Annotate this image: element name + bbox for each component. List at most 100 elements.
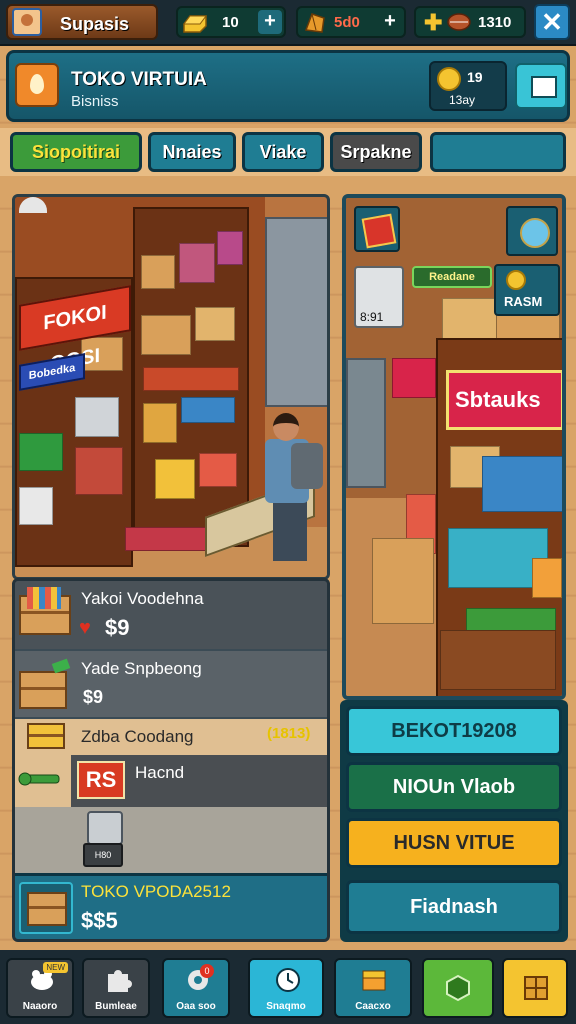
action-button-cyan[interactable]: BEKOT19208	[346, 706, 562, 756]
tab-siopoitirai[interactable]: Siopoitirai	[10, 132, 142, 172]
box-item	[532, 558, 562, 598]
hanger-value: 8:91	[360, 310, 384, 324]
gold-value: 10	[222, 14, 239, 31]
action-button-yellow[interactable]: HUSN VITUE	[346, 818, 562, 868]
coin-card-label: RASM	[504, 294, 543, 309]
box-item	[181, 397, 235, 423]
machine-icon	[87, 811, 123, 845]
box-item	[143, 403, 177, 443]
box-item	[143, 367, 239, 391]
box-item	[155, 459, 195, 499]
box-item	[392, 358, 436, 398]
tab-srpakne[interactable]: Srpakne	[330, 132, 422, 172]
new-badge: NEW	[43, 962, 68, 973]
tab-empty[interactable]	[430, 132, 566, 172]
coin-icon	[437, 67, 461, 91]
globe-icon[interactable]	[506, 206, 558, 256]
box-item	[195, 307, 235, 341]
nav-home[interactable]: NEW Naaoro	[6, 958, 74, 1018]
box-item	[199, 453, 237, 487]
gold-bar-icon	[183, 15, 207, 33]
item-tag: (1813)	[267, 725, 311, 742]
store-sign-pink: Sbtauks	[446, 370, 562, 430]
store-scene-right: Sbtauks 8:91 Readane RASM	[342, 194, 566, 700]
list-item[interactable]: Zdba Coodang (1813)	[15, 719, 327, 755]
nav-stats[interactable]: Snaqmo	[248, 958, 324, 1018]
close-button[interactable]: ✕	[534, 4, 570, 40]
item-price: $9	[83, 687, 104, 707]
tag-icon[interactable]	[354, 206, 400, 252]
wrench-icon	[18, 772, 60, 786]
nav-menu[interactable]	[502, 958, 568, 1018]
action-button-blue[interactable]: Fiadnash	[346, 880, 562, 934]
bottom-nav: NEW Naaoro Bumleae 0 Oaa soo Snaqmo Caac…	[0, 950, 576, 1024]
coin-card[interactable]: RASM	[494, 264, 560, 316]
coin-value: 19	[467, 69, 483, 85]
item-title: Hacnd	[135, 763, 185, 782]
top-bar: Supasis 10 + 5d0 + ✚ 1310 ✕	[0, 0, 576, 46]
nav-label: Bumleae	[95, 1001, 137, 1012]
shop-subtitle: Bisniss	[71, 93, 119, 110]
box-item	[217, 231, 243, 265]
box-item	[482, 456, 562, 512]
item-title: Yakoi Voodehna	[81, 589, 204, 608]
list-item[interactable]: H80	[15, 807, 327, 873]
nav-puzzle[interactable]: Bumleae	[82, 958, 150, 1018]
shop-logo-icon	[15, 63, 59, 107]
metal-shelf	[265, 217, 327, 407]
clock-icon	[276, 968, 300, 992]
inventory-box-button[interactable]	[515, 63, 567, 109]
crate-icon	[19, 882, 73, 934]
box-item	[372, 538, 434, 624]
nav-social[interactable]: 0 Oaa soo	[162, 958, 230, 1018]
box-item	[75, 447, 123, 495]
list-item[interactable]: RS Hacnd	[15, 755, 327, 807]
list-item[interactable]: Yade Snpbeong $9	[15, 651, 327, 717]
heart-icon: ♥	[79, 617, 91, 639]
list-item[interactable]: Yakoi Voodehna ♥ $9	[15, 581, 327, 649]
profile-name: Supasis	[60, 14, 130, 34]
nav-upgrade[interactable]	[422, 958, 494, 1018]
resource-gold: 10 +	[176, 6, 286, 38]
box-item	[75, 397, 119, 437]
crate-icon	[19, 658, 71, 709]
add-gems-button[interactable]: +	[378, 10, 402, 34]
shop-header: TOKO VIRTUIA Bisniss 19 13ay	[6, 50, 570, 122]
coin-counter: 19 13ay	[429, 61, 507, 111]
box-item	[19, 433, 63, 471]
rs-badge: RS	[77, 761, 125, 799]
item-list-panel: Yakoi Voodehna ♥ $9 Yade Snpbeong $9 Zdb…	[12, 578, 330, 942]
box-item	[125, 527, 215, 551]
coin-subtext: 13ay	[449, 93, 476, 107]
box-item	[141, 255, 175, 289]
shopkeeper-head	[273, 413, 299, 441]
tab-viake[interactable]: Viake	[242, 132, 324, 172]
backpack-icon	[291, 443, 323, 489]
nav-label: Snaqmo	[266, 1001, 306, 1012]
profile-badge[interactable]: Supasis	[6, 4, 158, 40]
store-scene-left: FOKOI OOSI Bobedka	[12, 194, 330, 580]
resource-tickets: ✚ 1310	[414, 6, 526, 38]
ball-icon	[447, 13, 471, 31]
shopkeeper-legs	[273, 497, 307, 561]
puzzle-icon	[108, 970, 132, 992]
tickets-value: 1310	[478, 14, 512, 31]
featured-title: TOKO VPODA2512	[81, 882, 231, 901]
box-item	[440, 630, 556, 690]
action-button-green[interactable]: NIOUn Vlaob	[346, 762, 562, 812]
crate-icon	[27, 723, 65, 749]
item-title: Yade Snpbeong	[81, 659, 202, 678]
metal-shelf	[346, 358, 386, 488]
green-label: Readane	[412, 266, 492, 288]
shop-title: TOKO VIRTUIA	[71, 69, 207, 90]
tab-nnaies[interactable]: Nnaies	[148, 132, 236, 172]
add-gold-button[interactable]: +	[258, 10, 282, 34]
featured-item-card[interactable]: TOKO VPODA2512 $$5	[15, 873, 327, 939]
item-price: $9	[105, 615, 130, 640]
nav-shop[interactable]: Caacxo	[334, 958, 412, 1018]
nav-label: Oaa soo	[176, 1001, 216, 1012]
cross-icon: ✚	[424, 10, 443, 35]
nav-label: Naaoro	[22, 1001, 58, 1012]
featured-price: $$5	[81, 908, 118, 933]
box-item	[179, 243, 215, 283]
